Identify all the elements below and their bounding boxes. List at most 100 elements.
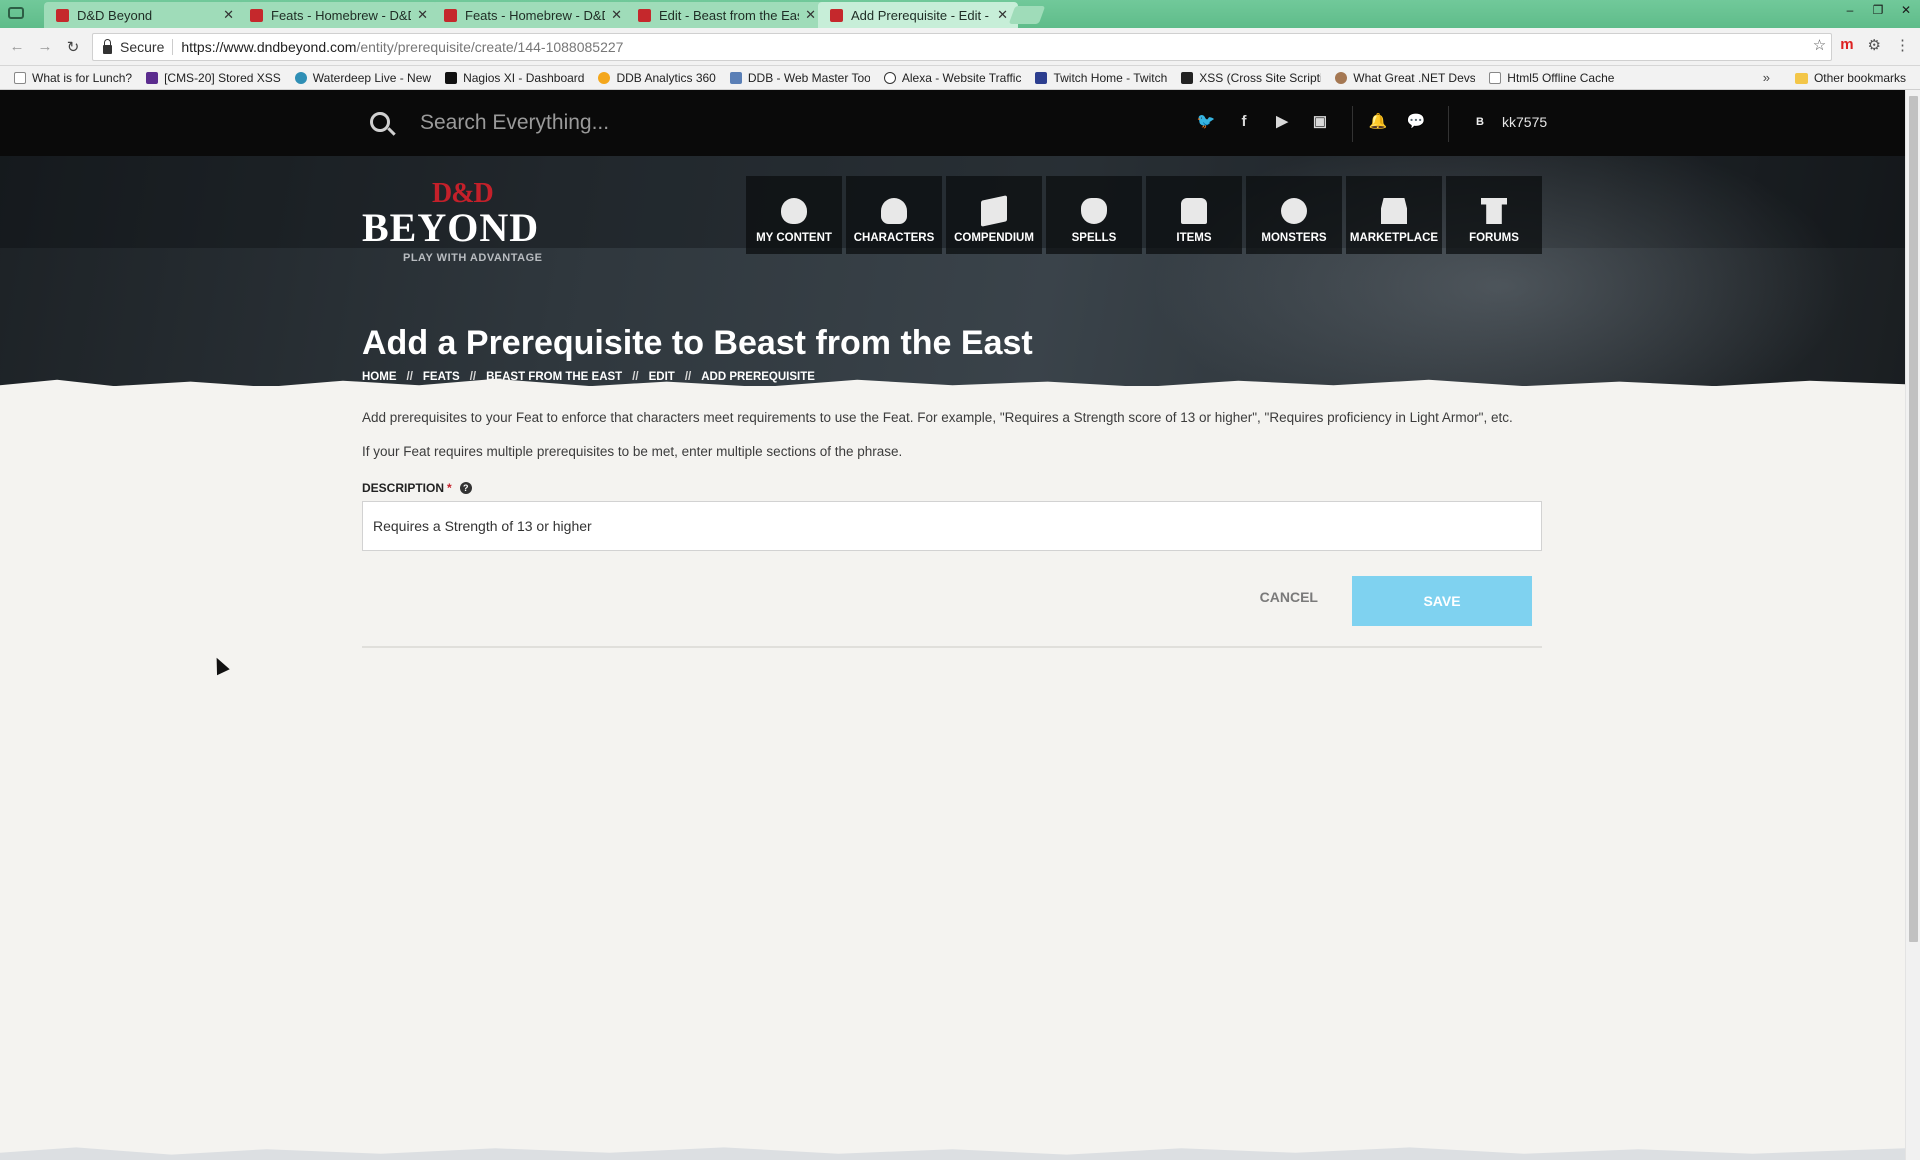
chat-icon[interactable]: 💬 xyxy=(1406,112,1426,132)
mouse-cursor-icon xyxy=(210,654,230,676)
twitch-icon[interactable]: ▣ xyxy=(1310,112,1330,132)
reload-icon[interactable]: ↻ xyxy=(62,38,84,56)
bell-icon[interactable]: 🔔 xyxy=(1368,112,1388,132)
tab-close-icon[interactable]: ✕ xyxy=(611,7,622,23)
nav-item-characters[interactable]: CHARACTERS xyxy=(846,176,942,254)
tab-label: Add Prerequisite - Edit - xyxy=(851,7,990,23)
lock-icon xyxy=(103,38,112,54)
divider xyxy=(1448,106,1449,142)
description-input[interactable] xyxy=(362,501,1542,551)
user-menu[interactable]: B kk7575 xyxy=(1470,112,1547,132)
person-icon xyxy=(1335,71,1348,84)
url-field[interactable]: Secure https://www.dndbeyond.com/entity/… xyxy=(92,33,1832,61)
cancel-button[interactable]: CANCEL xyxy=(1260,589,1318,605)
site-logo[interactable]: D&D BEYOND PLAY WITH ADVANTAGE xyxy=(362,178,562,268)
store-icon xyxy=(1381,198,1407,224)
help-icon[interactable]: ? xyxy=(459,482,472,494)
nav-item-monsters[interactable]: MONSTERS xyxy=(1246,176,1342,254)
tab-close-icon[interactable]: ✕ xyxy=(417,7,428,23)
nav-item-compendium[interactable]: COMPENDIUM xyxy=(946,176,1042,254)
nav-item-items[interactable]: ITEMS xyxy=(1146,176,1242,254)
bookmark-item[interactable]: [CMS-20] Stored XSS xyxy=(146,71,281,85)
extension-m-icon[interactable]: m xyxy=(1840,36,1853,54)
dndbeyond-favicon-icon xyxy=(56,8,69,22)
bookmark-item[interactable]: DDB - Web Master Tools xyxy=(729,71,870,85)
bookmark-item[interactable]: XSS (Cross Site Scripting) xyxy=(1181,71,1321,85)
tab-close-icon[interactable]: ✕ xyxy=(805,7,816,23)
bookmark-item[interactable]: Alexa - Website Traffic xyxy=(883,71,1021,85)
extension-gear-icon[interactable]: ⚙ xyxy=(1868,36,1881,54)
nav-item-forums[interactable]: FORUMS xyxy=(1446,176,1542,254)
main-nav: MY CONTENT CHARACTERS COMPENDIUM SPELLS … xyxy=(746,176,1542,254)
search-input[interactable] xyxy=(420,107,840,139)
logo-word: BEYOND xyxy=(362,205,540,250)
dndbeyond-favicon-icon xyxy=(830,8,843,22)
bookmark-item[interactable]: What Great .NET Devs xyxy=(1335,71,1475,85)
breadcrumb-home[interactable]: HOME xyxy=(362,371,397,383)
description-label: DESCRIPTION * ? xyxy=(362,481,1542,495)
url-path: /entity/prerequisite/create/144-10880852… xyxy=(356,39,624,55)
prerequisite-form: Add prerequisites to your Feat to enforc… xyxy=(362,406,1542,648)
search-icon[interactable] xyxy=(370,112,390,132)
shield-icon xyxy=(1281,198,1307,224)
breadcrumb-feats[interactable]: FEATS xyxy=(423,371,460,383)
browser-menu-icon[interactable] xyxy=(8,7,24,19)
folder-icon xyxy=(1794,72,1808,84)
nav-item-marketplace[interactable]: MARKETPLACE xyxy=(1346,176,1442,254)
browser-tab[interactable]: D&D Beyond ✕ xyxy=(44,2,244,28)
bookmark-item[interactable]: DDB Analytics 360 xyxy=(598,71,716,85)
browser-tab[interactable]: Edit - Beast from the East ✕ xyxy=(626,2,826,28)
window-controls: – ❐ ✕ xyxy=(1836,0,1920,22)
page-scrollbar[interactable] xyxy=(1905,90,1920,1160)
other-bookmarks[interactable]: Other bookmarks xyxy=(1794,71,1906,85)
breadcrumb-separator: // xyxy=(684,371,692,383)
browser-menu-dots-icon[interactable]: ⋮ xyxy=(1895,36,1910,54)
dndbeyond-favicon-icon xyxy=(250,8,263,22)
bag-icon xyxy=(781,198,807,224)
breadcrumb-separator: // xyxy=(632,371,639,383)
skull-icon xyxy=(881,198,907,224)
close-window-icon[interactable]: ✕ xyxy=(1892,0,1920,22)
bookmark-item[interactable]: Nagios XI - Dashboard xyxy=(445,71,584,85)
tab-close-icon[interactable]: ✕ xyxy=(997,7,1008,23)
nagios-icon xyxy=(445,71,458,84)
bookmark-item[interactable]: Html5 Offline Cache xyxy=(1489,71,1614,85)
twitter-icon[interactable]: 🐦 xyxy=(1196,112,1216,132)
scrollbar-thumb[interactable] xyxy=(1909,96,1918,942)
browser-tab[interactable]: Feats - Homebrew - D&D ✕ xyxy=(238,2,438,28)
browser-tab-active[interactable]: Add Prerequisite - Edit - ✕ xyxy=(818,2,1018,28)
dndbeyond-favicon-icon xyxy=(638,8,651,22)
form-actions: CANCEL SAVE xyxy=(362,576,1542,646)
logo-tagline: PLAY WITH ADVANTAGE xyxy=(403,252,543,264)
tab-close-icon[interactable]: ✕ xyxy=(223,7,234,23)
browser-extensions: ☆ m ⚙ ⋮ xyxy=(1813,36,1910,54)
forward-arrow-icon[interactable]: → xyxy=(34,38,56,55)
new-tab-button[interactable] xyxy=(1008,6,1046,24)
analytics-icon xyxy=(598,71,611,84)
nav-item-spells[interactable]: SPELLS xyxy=(1046,176,1142,254)
save-button[interactable]: SAVE xyxy=(1352,576,1532,626)
required-marker: * xyxy=(447,481,452,495)
breadcrumb: HOME // FEATS // BEAST FROM THE EAST // … xyxy=(362,371,815,383)
breadcrumb-edit[interactable]: EDIT xyxy=(649,371,675,383)
browser-tab[interactable]: Feats - Homebrew - D&D ✕ xyxy=(432,2,632,28)
jira-icon xyxy=(146,71,159,84)
book-icon xyxy=(981,195,1007,227)
bookmark-item[interactable]: Twitch Home - Twitch xyxy=(1035,71,1167,85)
username: kk7575 xyxy=(1502,114,1548,130)
bookmarks-bar: What is for Lunch? [CMS-20] Stored XSS W… xyxy=(0,66,1920,90)
restore-icon[interactable]: ❐ xyxy=(1864,0,1892,22)
bookmark-item[interactable]: Waterdeep Live - New xyxy=(294,71,431,85)
notification-area: 🔔 💬 xyxy=(1368,112,1426,132)
nav-item-my-content[interactable]: MY CONTENT xyxy=(746,176,842,254)
more-bookmarks-icon[interactable]: » xyxy=(1763,70,1770,85)
chest-icon xyxy=(1181,198,1207,224)
facebook-icon[interactable]: f xyxy=(1234,112,1254,132)
back-arrow-icon[interactable]: ← xyxy=(6,38,28,55)
page-icon xyxy=(14,71,26,84)
youtube-icon[interactable]: ▶ xyxy=(1272,112,1292,132)
twitch-x-icon xyxy=(1035,71,1048,84)
bookmark-star-icon[interactable]: ☆ xyxy=(1813,36,1826,54)
bookmark-item[interactable]: What is for Lunch? xyxy=(14,71,132,85)
minimize-icon[interactable]: – xyxy=(1836,0,1864,22)
